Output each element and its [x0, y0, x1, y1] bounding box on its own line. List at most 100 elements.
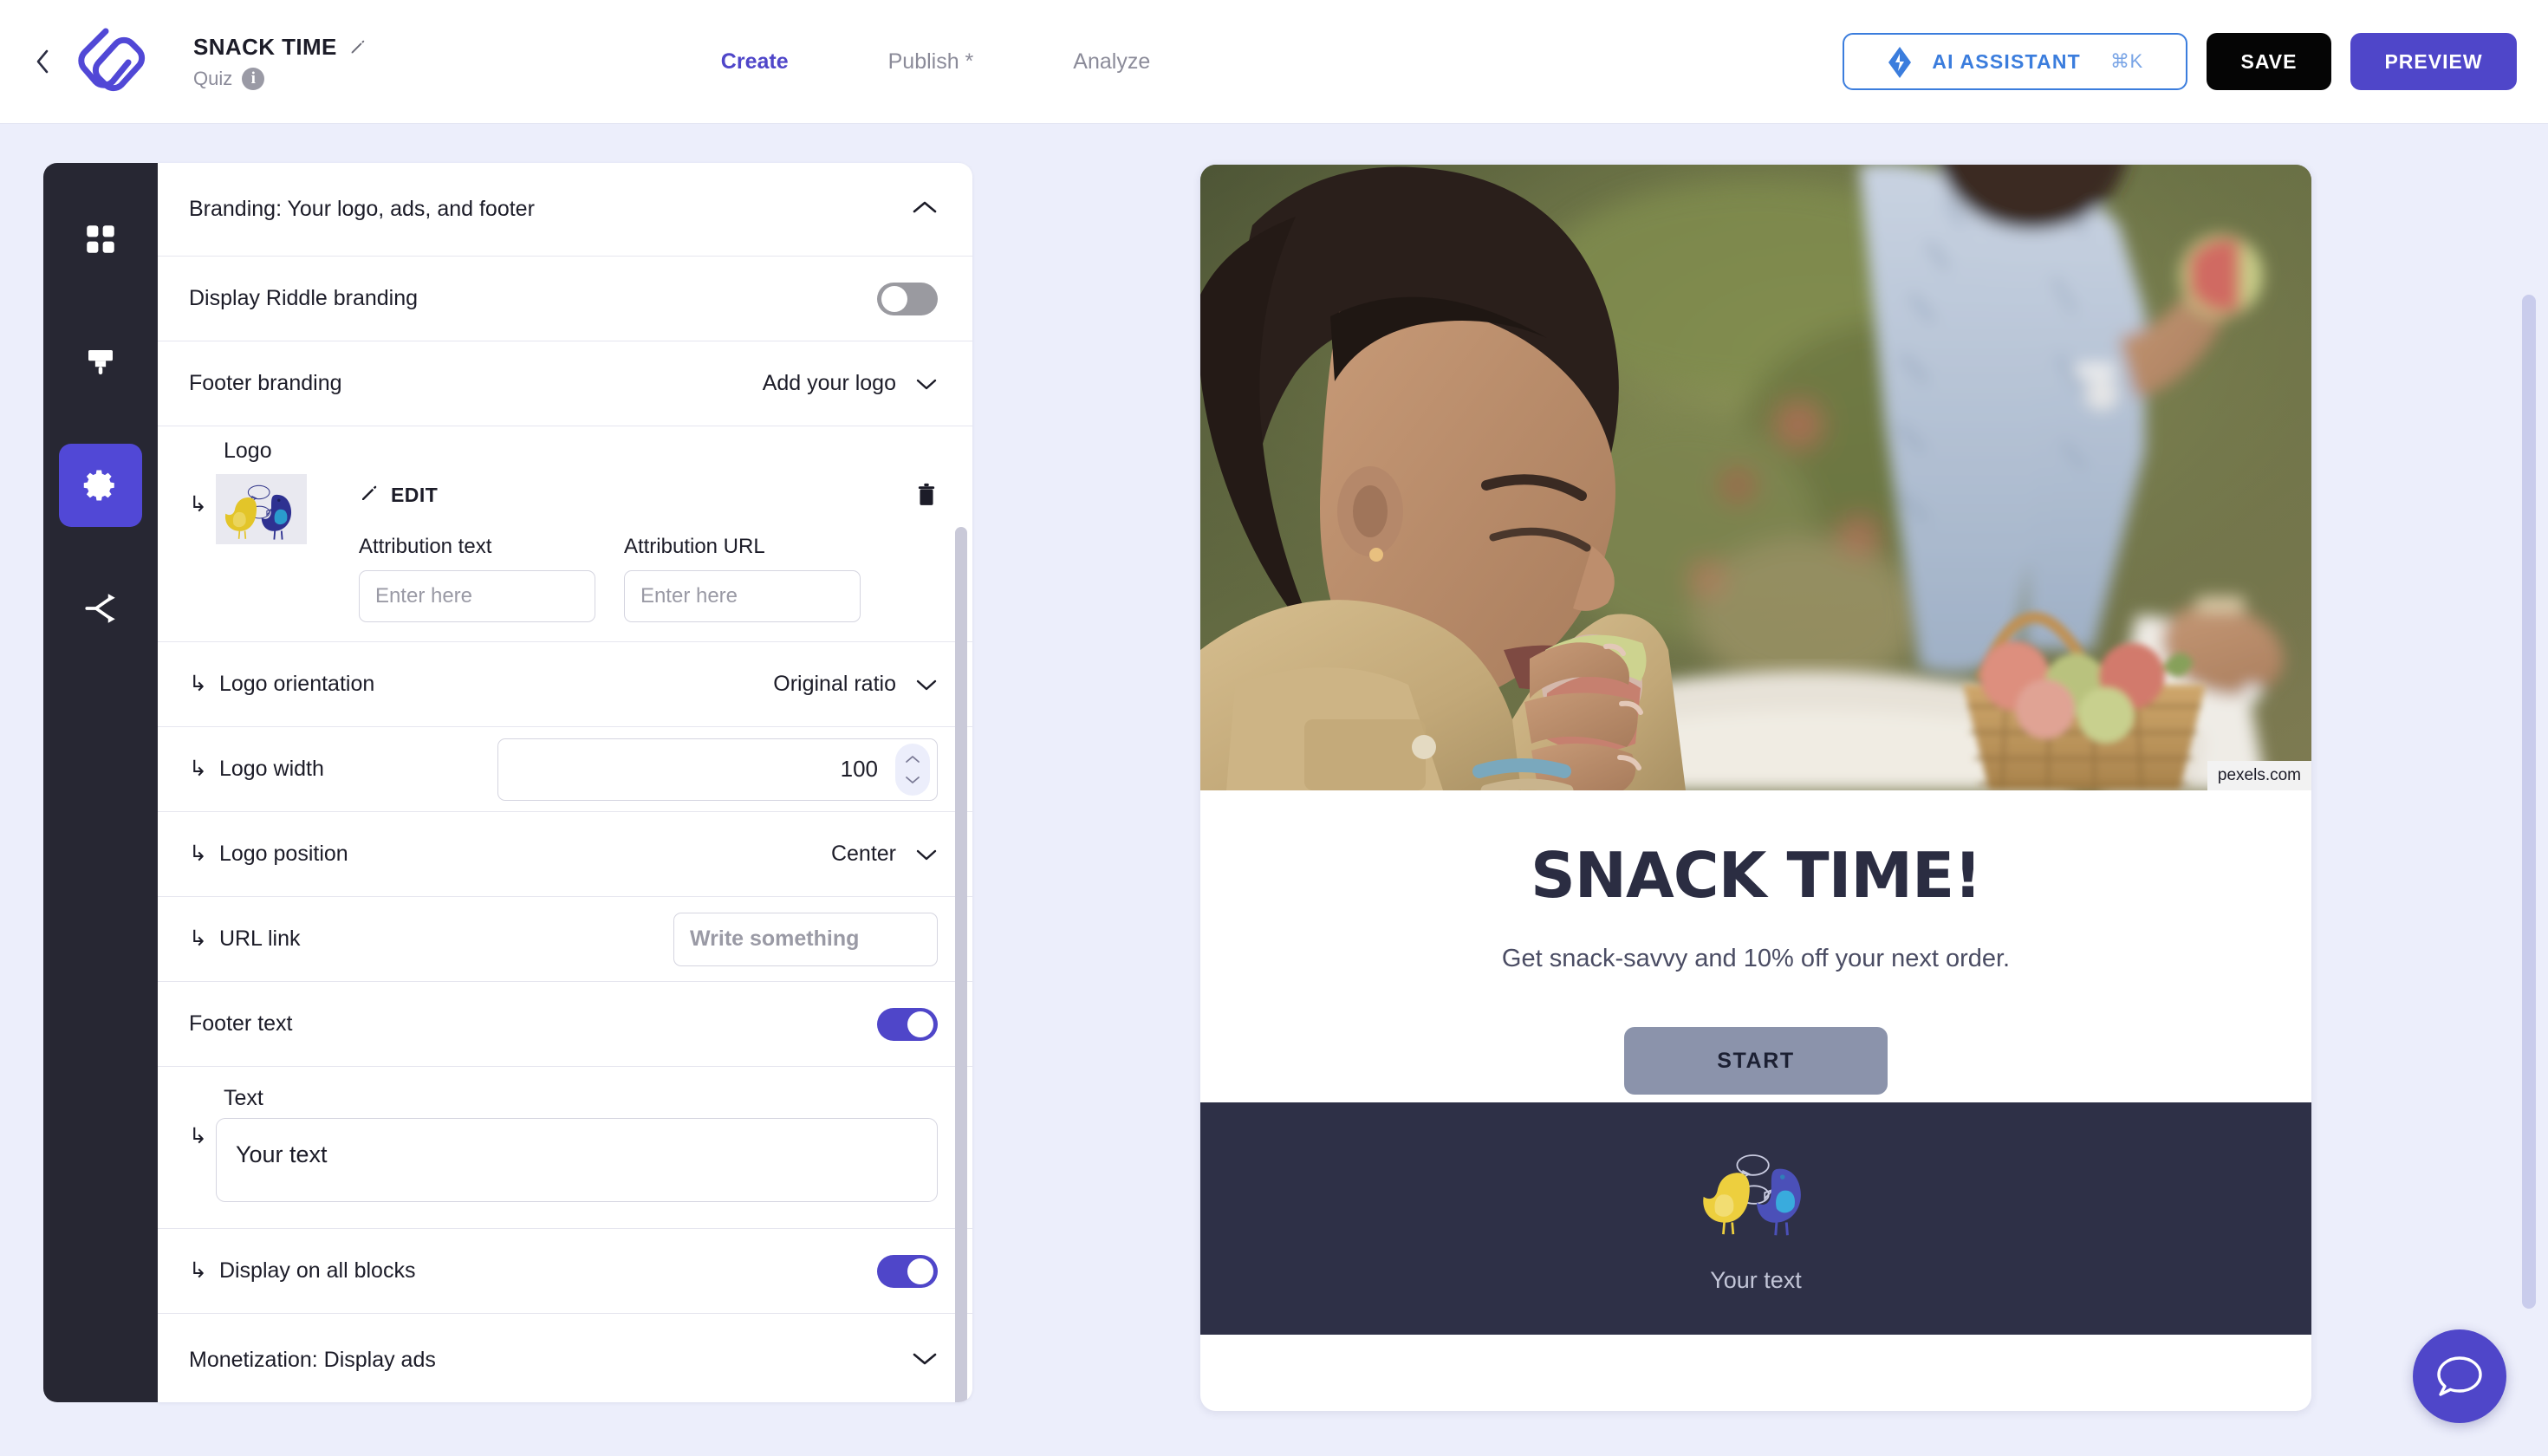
logo-caption: Logo: [224, 439, 272, 463]
row-display-riddle-branding: Display Riddle branding: [158, 257, 972, 341]
quiz-footer: Your text: [1200, 1102, 2311, 1335]
two-birds-logo: [225, 484, 292, 540]
gear-icon: [83, 470, 114, 501]
row-logo-orientation: ↳ Logo orientation Original ratio: [158, 642, 972, 727]
section-branding-title: Branding: Your logo, ads, and footer: [189, 197, 535, 221]
blocks-grid-icon: [87, 225, 114, 253]
girl-eating-apple-photo: [1200, 165, 2311, 790]
footer-branding-select[interactable]: Add your logo: [763, 371, 938, 396]
footer-logo: [1692, 1143, 1820, 1243]
nesting-arrow-icon: ↳: [189, 1258, 207, 1283]
editor-tool-rail: [43, 163, 158, 1402]
logo-delete-button[interactable]: [915, 483, 938, 507]
edit-title-pencil-icon[interactable]: [348, 37, 367, 56]
url-link-label: URL link: [218, 926, 301, 951]
logo-position-label: Logo position: [218, 842, 348, 866]
footer-branding-value: Add your logo: [762, 371, 896, 395]
logo-edit-label: EDIT: [390, 483, 439, 506]
quiz-type-label: Quiz: [193, 67, 233, 89]
footer-text-toggle[interactable]: [877, 1007, 938, 1041]
chevron-down-icon: [915, 848, 938, 861]
row-footer-text: Footer text: [158, 982, 972, 1067]
preview-button[interactable]: PREVIEW: [2350, 33, 2517, 90]
page-scrollbar[interactable]: [2522, 295, 2536, 1309]
logo-orientation-label: Logo orientation: [218, 672, 375, 696]
attribution-url-input[interactable]: [623, 570, 861, 622]
tab-create[interactable]: Create: [721, 49, 789, 75]
logo-orientation-select[interactable]: Original ratio: [773, 672, 938, 697]
nesting-arrow-icon: ↳: [189, 492, 207, 517]
logo-width-input[interactable]: [498, 756, 895, 783]
logo-position-label-wrap: ↳ Logo position: [189, 842, 348, 867]
attribution-url-group: Attribution URL: [623, 535, 861, 622]
nesting-arrow-icon: ↳: [189, 1124, 207, 1148]
logo-orientation-label-wrap: ↳ Logo orientation: [189, 672, 374, 697]
riddle-logo[interactable]: [66, 23, 157, 101]
logo-width-field: [497, 738, 938, 801]
display-riddle-branding-toggle[interactable]: [877, 282, 938, 315]
ai-assistant-shortcut: ⌘K: [2109, 50, 2143, 72]
ai-assistant-button[interactable]: AI ASSISTANT ⌘K: [1843, 33, 2187, 90]
quiz-preview-card: pexels.com SNACK TIME! Get snack-savvy a…: [1200, 165, 2311, 1411]
chevron-up-icon: [912, 199, 938, 219]
tab-publish[interactable]: Publish *: [888, 49, 974, 75]
tab-analyze[interactable]: Analyze: [1073, 49, 1150, 75]
footer-text-caption: Text: [224, 1086, 263, 1110]
url-link-input[interactable]: [673, 912, 938, 966]
chevron-down-icon: [915, 678, 938, 692]
hero-image: pexels.com: [1200, 165, 2311, 790]
ai-diamond-icon: [1887, 46, 1913, 78]
logo-width-label-wrap: ↳ Logo width: [189, 757, 324, 782]
share-icon: [85, 594, 115, 623]
image-credit-badge[interactable]: pexels.com: [2207, 761, 2311, 790]
row-logo-position: ↳ Logo position Center: [158, 812, 972, 897]
chevron-down-icon: [906, 776, 920, 783]
section-branding-header[interactable]: Branding: Your logo, ads, and footer: [158, 163, 972, 257]
quiz-title-block: SNACK TIME Quiz i: [193, 34, 367, 90]
settings-panel-scrollbar[interactable]: [955, 527, 967, 1402]
logo-width-label: Logo width: [218, 757, 324, 781]
nesting-arrow-icon: ↳: [189, 757, 207, 781]
attribution-text-input[interactable]: [358, 570, 595, 622]
chevron-left-icon: [36, 49, 49, 74]
logo-width-stepper[interactable]: [895, 743, 930, 796]
two-birds-logo: [1703, 1154, 1801, 1236]
nesting-arrow-icon: ↳: [189, 672, 207, 696]
page-title: SNACK TIME: [193, 33, 337, 60]
section-monetization-header[interactable]: Monetization: Display ads: [158, 1314, 972, 1402]
logo-settings-block: Logo ↳ EDIT Attribution text Enter here …: [158, 426, 972, 642]
display-on-all-blocks-toggle[interactable]: [877, 1254, 938, 1288]
logo-thumbnail[interactable]: [215, 474, 307, 544]
row-footer-branding: Footer branding Add your logo: [158, 341, 972, 426]
quiz-headline: SNACK TIME!: [1530, 839, 1982, 912]
logo-position-value: Center: [830, 842, 896, 866]
footer-branding-label: Footer branding: [189, 371, 342, 395]
rail-item-blocks[interactable]: [59, 198, 142, 281]
rail-item-design[interactable]: [59, 321, 142, 404]
save-button[interactable]: SAVE: [2207, 33, 2331, 90]
riddle-logo-icon: [78, 28, 146, 92]
row-logo-width: ↳ Logo width: [158, 727, 972, 812]
chevron-down-icon: [912, 1350, 938, 1370]
logo-edit-button[interactable]: EDIT: [359, 483, 438, 508]
chevron-up-icon: [906, 755, 920, 763]
back-button[interactable]: [29, 44, 55, 79]
chat-support-button[interactable]: [2413, 1329, 2506, 1423]
rail-item-share[interactable]: [59, 567, 142, 650]
settings-panel: Branding: Your logo, ads, and footer Dis…: [158, 163, 972, 1402]
quiz-subheadline: Get snack-savvy and 10% off your next or…: [1501, 945, 2011, 972]
pencil-icon: [359, 483, 380, 508]
topbar-actions: AI ASSISTANT ⌘K SAVE PREVIEW: [1843, 33, 2517, 90]
nesting-arrow-icon: ↳: [189, 926, 207, 951]
footer-text-textarea[interactable]: [215, 1118, 938, 1202]
rail-item-settings[interactable]: [59, 444, 142, 527]
start-button[interactable]: START: [1624, 1027, 1888, 1095]
url-link-label-wrap: ↳ URL link: [189, 926, 301, 952]
logo-position-select[interactable]: Center: [831, 842, 938, 867]
ai-assistant-label: AI ASSISTANT: [1932, 49, 2081, 73]
info-icon[interactable]: i: [242, 67, 265, 90]
footer-custom-text: Your text: [1710, 1267, 1802, 1293]
chat-bubble-icon: [2437, 1356, 2482, 1396]
top-app-bar: SNACK TIME Quiz i Create Publish * Analy…: [0, 0, 2548, 124]
row-url-link: ↳ URL link: [158, 897, 972, 982]
